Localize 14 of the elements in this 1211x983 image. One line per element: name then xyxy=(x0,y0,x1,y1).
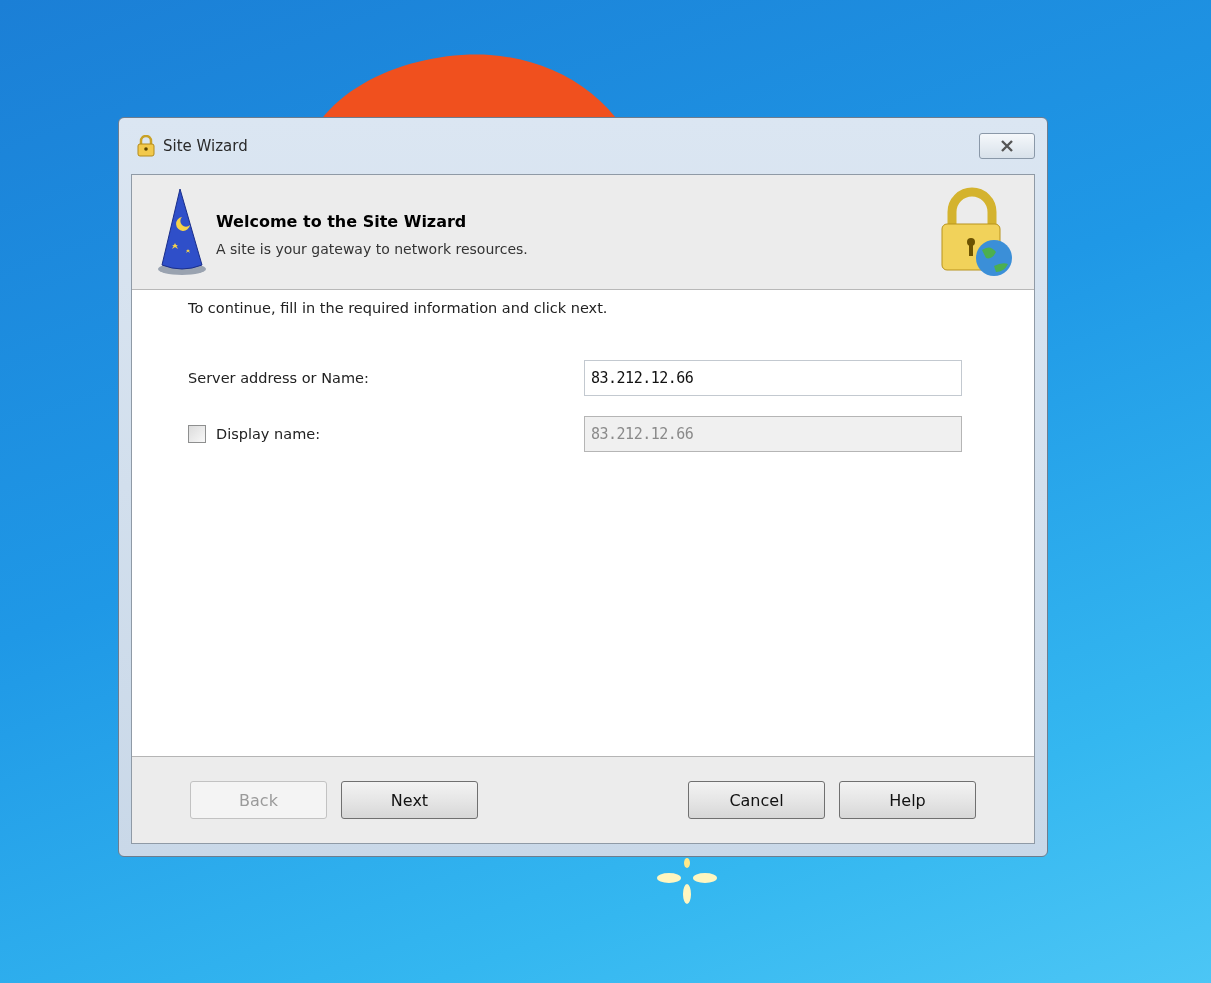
server-address-field[interactable]: 83.212.12.66 xyxy=(584,360,962,396)
close-button[interactable] xyxy=(979,133,1035,159)
help-button[interactable]: Help xyxy=(839,781,976,819)
header-subtitle: A site is your gateway to network resources. xyxy=(216,240,529,257)
wallpaper-drawing xyxy=(655,858,719,904)
header-title: Welcome to the Site Wizard xyxy=(216,211,468,231)
field-label: Server address or Name: xyxy=(188,370,369,386)
next-button[interactable]: Next xyxy=(341,781,478,819)
close-icon xyxy=(1000,140,1014,152)
padlock-icon xyxy=(137,135,155,157)
field-label: Display name: xyxy=(216,426,321,442)
instruction-text: To continue, fill in the required information and click next. xyxy=(188,300,609,316)
window-title: Site Wizard xyxy=(163,137,249,155)
cancel-button[interactable]: Cancel xyxy=(688,781,825,819)
